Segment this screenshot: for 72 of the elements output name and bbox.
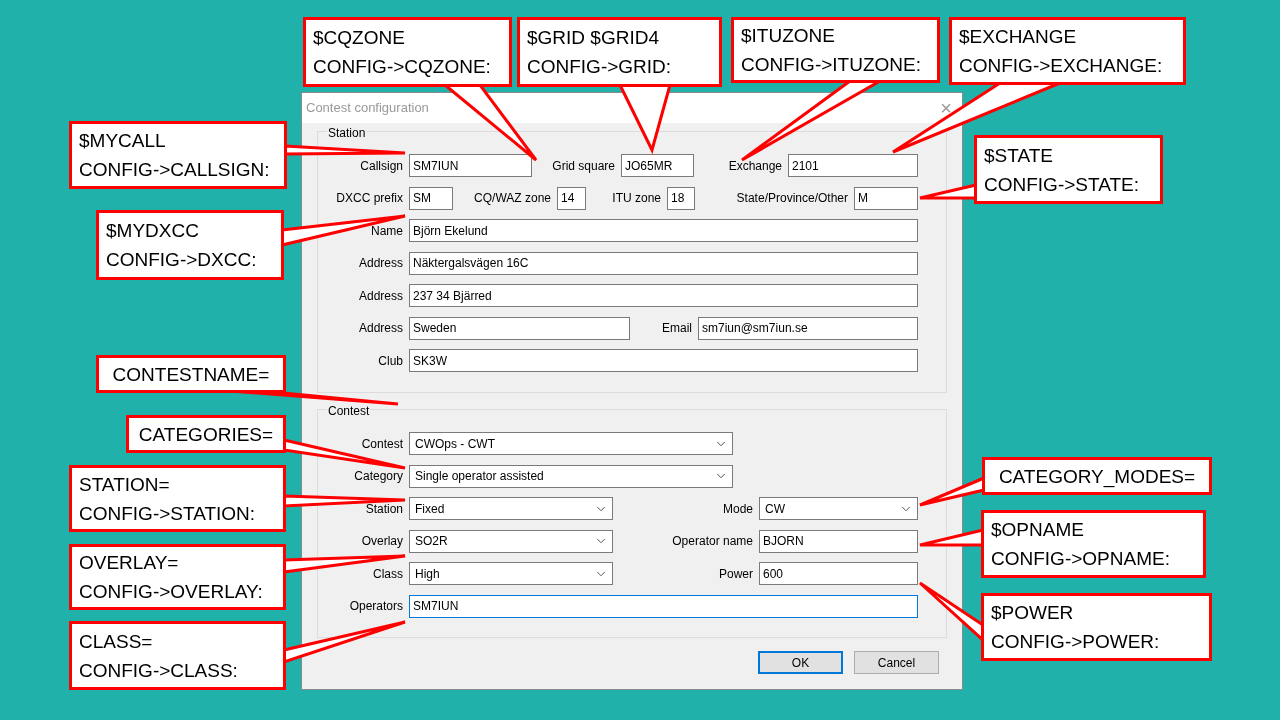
text-field[interactable]: SK3W	[409, 349, 918, 372]
field-label: Operator name	[671, 533, 754, 550]
window-title: Contest configuration	[306, 99, 429, 118]
callout-text: CONFIG->ITUZONE:	[741, 53, 921, 77]
field-label: Callsign	[359, 157, 404, 175]
dropdown[interactable]: Single operator assisted	[409, 464, 733, 488]
callout-text: CATEGORIES=	[138, 422, 274, 447]
text-field[interactable]: M	[854, 186, 918, 210]
callout-text: $GRID $GRID4	[527, 26, 659, 50]
text-field[interactable]: sm7iun@sm7iun.se	[698, 316, 918, 340]
text-field[interactable]: SM7IUN	[409, 154, 532, 177]
text-field[interactable]: SM	[409, 186, 453, 210]
callout-text: $ITUZONE	[741, 24, 835, 48]
callout-text: CONFIG->OPNAME:	[991, 547, 1170, 571]
field-label: Address	[357, 320, 404, 337]
callout-text: CONFIG->CALLSIGN:	[79, 158, 270, 182]
dropdown[interactable]: CWOps - CWT	[409, 432, 733, 455]
callout-text: $OPNAME	[991, 518, 1084, 542]
field-label: Exchange	[727, 157, 783, 175]
callout-text: $MYCALL	[79, 129, 166, 153]
callout-text: CLASS=	[79, 629, 153, 654]
text-field[interactable]: 18	[667, 186, 695, 210]
field-label: Address	[357, 255, 404, 272]
field-label: Power	[718, 565, 754, 583]
callout-text: CONFIG->OVERLAY:	[79, 580, 263, 604]
callout-text: CONFIG->CQZONE:	[313, 55, 491, 79]
field-label: Station	[364, 500, 404, 518]
text-field[interactable]: Näktergalsvägen 16C	[409, 251, 918, 275]
callout-text: $MYDXCC	[106, 219, 199, 243]
dropdown[interactable]: High	[409, 562, 613, 585]
dropdown[interactable]: Fixed	[409, 497, 613, 520]
callout-text: $STATE	[984, 143, 1053, 168]
field-label: CQ/WAZ zone	[473, 190, 552, 207]
callout-text: $CQZONE	[313, 26, 405, 50]
callout-text: CONFIG->GRID:	[527, 55, 672, 79]
callout-text: STATION=	[79, 472, 170, 497]
text-field[interactable]: 237 34 Bjärred	[409, 284, 918, 307]
callout-text: CONFIG->DXCC:	[106, 248, 257, 272]
callout-text: CONFIG->STATE:	[984, 172, 1139, 197]
dialog-button[interactable]: Cancel	[854, 651, 939, 674]
dialog-button[interactable]: OK	[758, 651, 843, 674]
text-field[interactable]: 2101	[788, 154, 918, 177]
field-label: Overlay	[360, 533, 404, 550]
text-field[interactable]: Sweden	[409, 316, 630, 340]
field-label: Club	[377, 352, 404, 370]
field-label: State/Province/Other	[735, 190, 849, 207]
text-field[interactable]: JO65MR	[621, 154, 694, 177]
text-field[interactable]: 14	[557, 186, 586, 210]
callout-text: $POWER	[991, 601, 1074, 625]
dropdown[interactable]: CW	[759, 497, 918, 520]
field-label: Email	[661, 320, 693, 337]
callout-text: CATEGORY_MODES=	[998, 464, 1196, 490]
callout-text: CONTESTNAME=	[112, 362, 270, 387]
text-field[interactable]: Björn Ekelund	[409, 219, 918, 242]
field-label: Grid square	[551, 157, 616, 175]
field-label: DXCC prefix	[335, 190, 404, 207]
callout-text: CONFIG->STATION:	[79, 501, 256, 526]
field-label: Mode	[721, 500, 754, 518]
callout-text: CONFIG->POWER:	[991, 630, 1160, 654]
callout-text: OVERLAY=	[79, 551, 179, 575]
callout-text: CONFIG->CLASS:	[79, 658, 238, 683]
field-label: Name	[370, 222, 404, 240]
field-label: Class	[372, 565, 404, 583]
field-label: ITU zone	[611, 190, 662, 207]
text-field[interactable]: 600	[759, 562, 918, 585]
field-label: Contest	[360, 435, 404, 453]
field-label: Operators	[348, 598, 404, 615]
field-label: Address	[357, 287, 404, 305]
dropdown[interactable]: SO2R	[409, 529, 613, 553]
callout-text: CONFIG->EXCHANGE:	[959, 54, 1163, 78]
callout-text: $EXCHANGE	[959, 25, 1077, 49]
field-label: Category	[353, 468, 404, 485]
